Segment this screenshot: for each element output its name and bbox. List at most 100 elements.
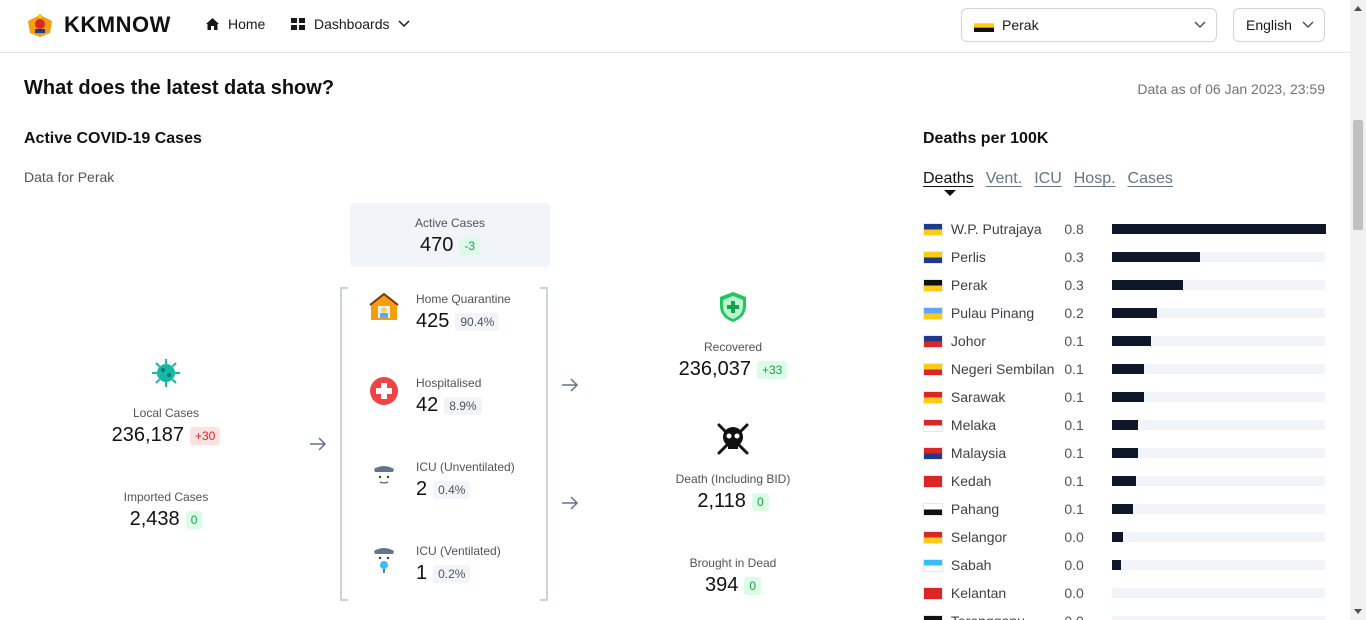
tab-hospitalised[interactable]: Hosp. [1074, 170, 1116, 188]
state-row[interactable]: Kelantan 0.0 [923, 579, 1325, 607]
icu-unventilated-value: 2 [416, 478, 428, 500]
active-cases-delta-badge: -3 [459, 236, 481, 255]
state-name: Melaka [950, 417, 997, 433]
state-row[interactable]: Selangor 0.0 [923, 523, 1325, 551]
state-flag-icon [923, 474, 943, 488]
state-flag-icon [923, 362, 943, 376]
icu-ventilated-stat: ICU (Ventilated) 1 0.2% [368, 543, 501, 585]
house-icon [368, 291, 400, 323]
data-timestamp: Data as of 06 Jan 2023, 23:59 [1137, 81, 1325, 97]
local-cases-delta-badge: +30 [189, 426, 221, 445]
shield-plus-icon [720, 292, 746, 322]
medical-cross-icon [368, 375, 400, 407]
nav-home-label: Home [228, 16, 266, 32]
hospitalised-pct-badge: 8.9% [444, 396, 482, 415]
tab-cases[interactable]: Cases [1128, 170, 1173, 188]
bar-fill [1112, 532, 1124, 542]
nav-home-link[interactable]: Home [205, 16, 265, 32]
brought-in-dead-value: 394 [704, 574, 739, 596]
bar-track [1112, 476, 1325, 486]
home-quarantine-label: Home Quarantine [416, 292, 511, 306]
bar-track [1112, 364, 1325, 374]
local-cases-label: Local Cases [132, 406, 200, 420]
bar-fill [1112, 420, 1139, 430]
state-row[interactable]: Terengganu0.0 [923, 607, 1325, 620]
state-row[interactable]: Melaka 0.1 [923, 411, 1325, 439]
scroll-up-arrow-icon[interactable] [1354, 6, 1362, 11]
state-row[interactable]: Pahang 0.1 [923, 495, 1325, 523]
deaths-ranking-list: W.P. Putrajaya 0.8 Perlis 0.3 Perak 0.3 Pulau … [923, 215, 1327, 620]
state-row[interactable]: Pulau Pinang 0.2 [923, 299, 1325, 327]
state-name: Pahang [950, 501, 1000, 517]
state-name: Terengganu [951, 613, 1064, 620]
bar-fill [1112, 308, 1158, 318]
dashboard-grid-icon [291, 18, 305, 30]
state-row[interactable]: Malaysia 0.1 [923, 439, 1325, 467]
state-flag-icon [923, 334, 943, 348]
tab-ventilated[interactable]: Vent. [986, 170, 1022, 188]
state-value: 0.0 [1064, 557, 1084, 573]
home-quarantine-pct-badge: 90.4% [455, 312, 500, 331]
bar-track [1112, 420, 1325, 430]
active-cases-value: 470 [419, 234, 454, 256]
state-name: Sarawak [950, 389, 1006, 405]
state-row[interactable]: Sabah 0.0 [923, 551, 1325, 579]
state-flag-icon [923, 530, 943, 544]
bar-track [1112, 560, 1325, 570]
chevron-down-icon [397, 20, 410, 28]
state-name: Sabah [950, 557, 992, 573]
scroll-down-arrow-icon[interactable] [1354, 609, 1362, 614]
bar-track [1112, 252, 1325, 262]
state-name: Pulau Pinang [950, 305, 1035, 321]
state-value: 0.1 [1064, 333, 1084, 349]
bar-track [1112, 616, 1325, 620]
page-scrollbar[interactable] [1350, 0, 1366, 620]
state-row[interactable]: Negeri Sembilan 0.1 [923, 355, 1325, 383]
state-selector[interactable]: Perak [961, 8, 1217, 42]
hospitalised-stat: Hospitalised 42 8.9% [368, 375, 482, 417]
state-value: 0.1 [1064, 389, 1084, 405]
perak-flag-icon [974, 18, 994, 32]
state-row[interactable]: Perak 0.3 [923, 271, 1325, 299]
tab-deaths[interactable]: Deaths [923, 170, 974, 188]
state-name: Kedah [950, 473, 992, 489]
nav-dashboards-menu[interactable]: Dashboards [291, 16, 410, 32]
state-value: 0.3 [1064, 249, 1084, 265]
active-tab-caret-icon [944, 190, 956, 196]
state-row[interactable]: Sarawak 0.1 [923, 383, 1325, 411]
state-name: Johor [950, 333, 986, 349]
bar-track [1112, 336, 1325, 346]
state-row[interactable]: Johor 0.1 [923, 327, 1325, 355]
scrollbar-thumb[interactable] [1353, 120, 1363, 230]
chevron-down-icon [1194, 21, 1206, 29]
state-row[interactable]: W.P. Putrajaya 0.8 [923, 215, 1327, 243]
chevron-down-icon [1302, 21, 1314, 29]
patient-icon [368, 459, 400, 491]
state-flag-icon [923, 278, 943, 292]
nav-dashboards-label: Dashboards [314, 16, 390, 32]
brought-in-dead-delta-badge: 0 [744, 576, 762, 595]
bracket-right-divider [540, 287, 548, 601]
home-icon [206, 18, 219, 30]
bar-fill [1112, 392, 1145, 402]
bar-track [1112, 224, 1327, 234]
death-value: 2,118 [697, 490, 746, 512]
state-row[interactable]: Perlis 0.3 [923, 243, 1325, 271]
virus-icon [152, 359, 180, 387]
death-stat: Death (Including BID) 2,118 0 [653, 471, 813, 513]
bar-track [1112, 392, 1325, 402]
recovered-value: 236,037 [678, 358, 751, 380]
language-selector[interactable]: English [1233, 8, 1325, 42]
state-flag-icon [923, 390, 943, 404]
tab-icu[interactable]: ICU [1034, 170, 1062, 188]
bar-fill [1112, 280, 1184, 290]
state-name: Negeri Sembilan [950, 361, 1055, 377]
icu-ventilated-pct-badge: 0.2% [433, 564, 471, 583]
brand-logo[interactable]: KKMNOW [24, 11, 171, 39]
imported-cases-value: 2,438 [129, 508, 180, 530]
state-row[interactable]: Kedah 0.1 [923, 467, 1325, 495]
state-name: Selangor [950, 529, 1007, 545]
active-cases-card: Active Cases 470 -3 [350, 203, 550, 267]
death-label: Death (Including BID) [675, 472, 791, 486]
bar-track [1112, 448, 1325, 458]
